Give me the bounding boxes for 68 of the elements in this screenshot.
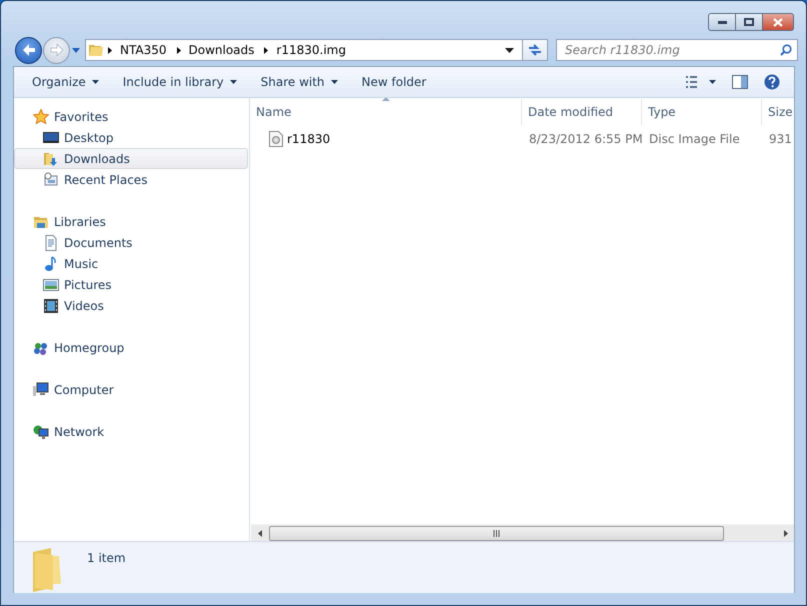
nav-item[interactable]: Recent Places (14, 169, 248, 190)
toolbar-button[interactable]: Include in library (112, 71, 247, 93)
table-cell: 931 (769, 132, 792, 146)
caret-icon (92, 80, 99, 84)
recent-places-icon (43, 172, 59, 188)
nav-header[interactable]: Computer (14, 379, 248, 400)
nav-item[interactable]: Videos (14, 295, 248, 316)
caret-icon (330, 80, 338, 84)
maximize-icon (744, 18, 754, 26)
scroll-left-icon[interactable] (258, 530, 262, 536)
view-list-icon[interactable] (686, 76, 716, 88)
disc-file-icon (269, 131, 283, 147)
grip-icon (493, 530, 500, 536)
column-header[interactable]: Type (642, 99, 762, 125)
minimize-icon (718, 20, 726, 24)
desktop-icon (43, 130, 59, 146)
refresh-button[interactable] (523, 39, 548, 61)
scroll-right-icon[interactable] (784, 530, 788, 536)
search-icon (780, 44, 792, 56)
horizontal-scrollbar[interactable] (251, 524, 794, 541)
close-icon (773, 18, 783, 26)
scrollbar-thumb[interactable] (269, 526, 724, 540)
dropdown-icon[interactable] (505, 48, 514, 52)
column-header[interactable]: Name (250, 99, 522, 125)
picture-icon (43, 276, 59, 292)
sort-arrow-icon (382, 98, 390, 101)
film-icon (43, 298, 59, 314)
nav-item[interactable]: Desktop (14, 127, 248, 148)
nav-header[interactable]: Libraries (14, 211, 248, 232)
nav-item[interactable]: Music (14, 253, 248, 274)
maximize-button[interactable] (736, 13, 763, 31)
table-cell: 8/23/2012 6:55 PM (529, 132, 643, 146)
music-note-icon (43, 256, 59, 272)
breadcrumb[interactable]: r11830.img (272, 43, 352, 57)
left-arrow-icon (22, 44, 36, 56)
nav-header[interactable]: Favorites (14, 106, 248, 127)
table-cell: Disc Image File (649, 132, 740, 146)
nav-header[interactable]: Homegroup (14, 337, 248, 358)
folder-icon (88, 42, 104, 58)
item-count: 1 item (87, 551, 126, 565)
caret-icon (230, 80, 237, 84)
breadcrumb[interactable]: NTA350 (116, 43, 172, 57)
preview-pane-icon[interactable] (732, 75, 748, 89)
table-cell[interactable]: r11830 (287, 132, 330, 146)
breadcrumb[interactable]: Downloads (184, 43, 260, 57)
column-header[interactable]: Size (762, 99, 794, 125)
right-arrow-icon (50, 44, 64, 56)
toolbar-button[interactable]: Organize (22, 71, 109, 93)
minimize-button[interactable] (708, 13, 736, 31)
nav-item[interactable]: Downloads (14, 148, 248, 169)
help-icon[interactable] (764, 74, 780, 90)
search-field[interactable]: Search r11830.img (556, 39, 798, 61)
toolbar-button[interactable]: New folder (352, 71, 436, 93)
nav-header[interactable]: Network (14, 421, 248, 442)
computer-icon (33, 382, 49, 398)
close-button[interactable] (763, 13, 794, 31)
refresh-icon (527, 43, 543, 57)
nav-item[interactable]: Documents (14, 232, 248, 253)
column-header[interactable]: Date modified (522, 99, 642, 125)
network-icon (33, 424, 49, 440)
nav-item[interactable]: Pictures (14, 274, 248, 295)
address-bar[interactable]: NTA350 Downloads r11830.img (85, 39, 523, 61)
star-icon (33, 108, 49, 124)
back-button[interactable] (15, 36, 42, 64)
history-dropdown-icon[interactable] (72, 48, 80, 52)
download-folder-icon (43, 150, 59, 166)
document-icon (43, 234, 59, 250)
toolbar-button[interactable]: Share with (250, 71, 348, 93)
